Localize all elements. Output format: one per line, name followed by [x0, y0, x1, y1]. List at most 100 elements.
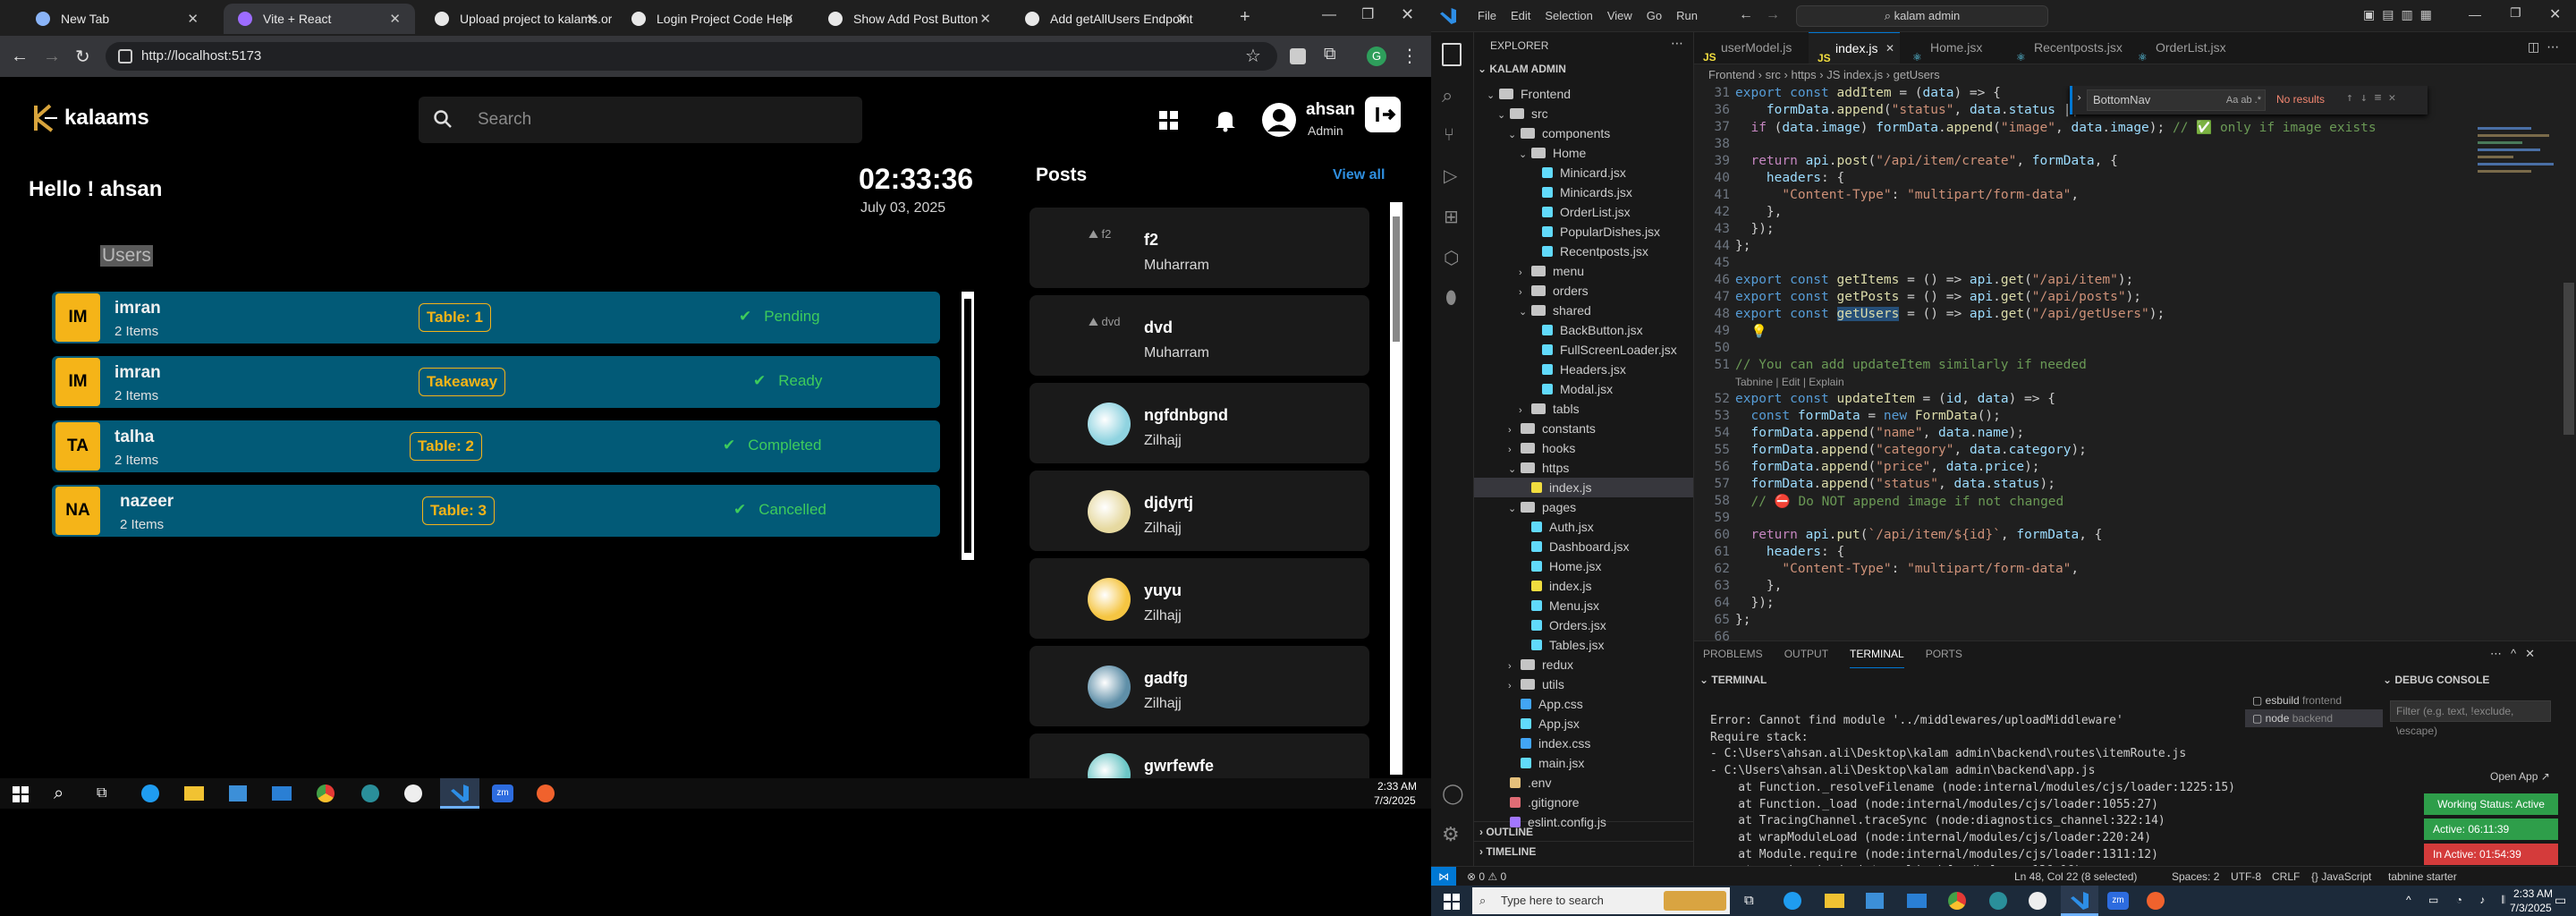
editor-tab[interactable]: ⚛ OrderList.jsx — [2129, 32, 2233, 64]
site-info-icon[interactable] — [118, 49, 132, 64]
explorer-icon[interactable] — [1825, 894, 1844, 908]
tree-folder[interactable]: › orders — [1474, 281, 1693, 301]
edge-icon[interactable] — [1784, 892, 1801, 910]
explorer-icon[interactable] — [1442, 43, 1462, 66]
encoding-status[interactable]: UTF-8 — [2231, 867, 2261, 886]
menu-run[interactable]: Run — [1669, 0, 1705, 32]
view-all-link[interactable]: View all — [1333, 167, 1385, 183]
zoom-icon[interactable]: zm — [2107, 892, 2129, 910]
user-avatar-icon[interactable] — [1261, 102, 1297, 138]
start-icon[interactable] — [1444, 894, 1460, 910]
tree-file[interactable]: .gitignore — [1474, 793, 1693, 812]
puzzle-icon[interactable]: ⧉ — [1324, 45, 1336, 64]
app-icon[interactable] — [2147, 892, 2165, 910]
tree-file[interactable]: Headers.jsx — [1474, 360, 1693, 379]
tree-file[interactable]: index.js — [1474, 576, 1693, 596]
settings-gear-icon[interactable]: ⚙ — [1442, 823, 1460, 846]
users-scrollbar[interactable] — [962, 292, 974, 560]
menu-selection[interactable]: Selection — [1538, 0, 1599, 32]
tree-file[interactable]: Dashboard.jsx — [1474, 537, 1693, 556]
start-icon[interactable] — [13, 786, 29, 802]
store-icon[interactable] — [229, 785, 247, 802]
source-control-icon[interactable]: ⑂ — [1444, 125, 1454, 146]
bell-icon[interactable] — [1215, 109, 1236, 132]
tree-folder[interactable]: › tabls — [1474, 399, 1693, 419]
cursor-position[interactable]: Ln 48, Col 22 (8 selected) — [2014, 867, 2137, 886]
browser-tab[interactable]: Login Project Code Help ✕ — [617, 4, 809, 34]
browser-tab[interactable]: New Tab ✕ — [21, 4, 213, 34]
editor-tab[interactable]: JS index.js ✕ — [1809, 32, 1900, 64]
menu-file[interactable]: File — [1470, 0, 1504, 32]
tree-file[interactable]: Tables.jsx — [1474, 635, 1693, 655]
mongo-icon[interactable]: ⬮ — [1445, 288, 1457, 309]
tree-folder[interactable]: › redux — [1474, 655, 1693, 674]
terminal-instance[interactable]: ▢ esbuild frontend — [2245, 691, 2383, 709]
tree-file[interactable]: main.jsx — [1474, 753, 1693, 773]
tree-file[interactable]: BackButton.jsx — [1474, 320, 1693, 340]
tree-folder[interactable]: ⌄ Home — [1474, 143, 1693, 163]
extension-icon[interactable] — [1290, 48, 1306, 64]
tree-file[interactable]: eslint.config.js — [1474, 812, 1693, 832]
tree-file[interactable]: Auth.jsx — [1474, 517, 1693, 537]
tree-folder[interactable]: › hooks — [1474, 438, 1693, 458]
menu-edit[interactable]: Edit — [1504, 0, 1538, 32]
tabnine-status[interactable]: tabnine starter — [2388, 867, 2457, 886]
command-center[interactable]: ⌕ kalam admin — [1796, 5, 2048, 27]
user-order-card[interactable]: NA nazeer 2 Items Table: 3 ✔ Cancelled — [52, 485, 940, 537]
chrome-icon[interactable] — [1948, 892, 1966, 910]
posts-scrollbar[interactable] — [1390, 202, 1402, 775]
vscode-taskbar-icon[interactable] — [2061, 886, 2098, 916]
search-input[interactable]: Search — [419, 97, 862, 143]
tree-file[interactable]: Minicard.jsx — [1474, 163, 1693, 182]
panel-actions[interactable]: ⋯^✕ — [2490, 647, 2544, 661]
app-icon[interactable] — [537, 785, 555, 802]
tree-file[interactable]: index.js — [1474, 478, 1693, 497]
tree-file[interactable]: Orders.jsx — [1474, 615, 1693, 635]
browser-tab[interactable]: Upload project to kalams.org ✕ — [420, 4, 612, 34]
terminal-output[interactable]: Error: Cannot find module '../middleware… — [1710, 713, 2247, 866]
post-card[interactable]: ⛰ f2 f2 Muharram — [1030, 208, 1369, 288]
tree-file[interactable]: PopularDishes.jsx — [1474, 222, 1693, 242]
app-icon[interactable] — [1989, 892, 2007, 910]
find-input[interactable]: BottomNav Aa ab .* — [2087, 89, 2266, 111]
close-tab-icon[interactable]: ✕ — [1176, 11, 1188, 27]
minimize-button[interactable]: — — [1322, 7, 1336, 23]
panel-tab-ports[interactable]: PORTS — [1926, 641, 1962, 668]
editor-scrollbar[interactable] — [2563, 283, 2574, 435]
close-tab-icon[interactable]: ✕ — [586, 11, 597, 27]
tree-file[interactable]: App.css — [1474, 694, 1693, 714]
tree-folder[interactable]: › constants — [1474, 419, 1693, 438]
browser-tab[interactable]: Add getAllUsers Endpoint ✕ — [1011, 4, 1202, 34]
menu-dots-icon[interactable]: ⋮ — [1401, 45, 1419, 67]
minimap[interactable] — [2474, 122, 2563, 265]
maximize-button[interactable]: ❐ — [1361, 5, 1374, 23]
tree-file[interactable]: Modal.jsx — [1474, 379, 1693, 399]
debug-filter-input[interactable]: Filter (e.g. text, !exclude, \escape) — [2390, 700, 2551, 737]
tree-folder[interactable]: › utils — [1474, 674, 1693, 694]
find-toggle-icon[interactable]: › — [2076, 91, 2082, 104]
tree-folder[interactable]: ⌄ Frontend — [1474, 84, 1693, 104]
nav-forward-icon[interactable]: → — [1766, 7, 1780, 23]
explorer-icon[interactable] — [184, 786, 204, 801]
user-order-card[interactable]: IM imran 2 Items Takeaway ✔ Ready — [52, 356, 940, 408]
grid-icon[interactable] — [1159, 111, 1179, 131]
code-editor[interactable]: 31 export const addItem = (data) => {36 f… — [1694, 86, 2576, 640]
panel-tab-output[interactable]: OUTPUT — [1784, 641, 1828, 668]
tree-folder[interactable]: ⌄ https — [1474, 458, 1693, 478]
tree-folder[interactable]: ⌄ shared — [1474, 301, 1693, 320]
post-card[interactable]: yuyu Zilhajj — [1030, 558, 1369, 639]
close-tab-icon[interactable]: ✕ — [783, 11, 794, 27]
tree-folder[interactable]: ⌄ src — [1474, 104, 1693, 123]
tree-file[interactable]: FullScreenLoader.jsx — [1474, 340, 1693, 360]
editor-actions[interactable]: ◫⋯ — [2528, 39, 2566, 55]
remote-indicator[interactable]: ⋈ — [1431, 867, 1456, 886]
user-order-card[interactable]: TA talha 2 Items Table: 2 ✔ Completed — [52, 420, 940, 472]
menu-go[interactable]: Go — [1640, 0, 1669, 32]
search-icon[interactable]: ⌕ — [1442, 84, 1453, 107]
nav-back-icon[interactable]: ← — [1739, 7, 1753, 23]
close-tab-icon[interactable]: ✕ — [389, 11, 401, 27]
close-window-button[interactable]: ✕ — [1401, 5, 1414, 24]
tree-file[interactable]: .env — [1474, 773, 1693, 793]
taskbar-search-icon[interactable]: ⌕ — [54, 784, 64, 804]
app-icon[interactable] — [404, 785, 422, 802]
